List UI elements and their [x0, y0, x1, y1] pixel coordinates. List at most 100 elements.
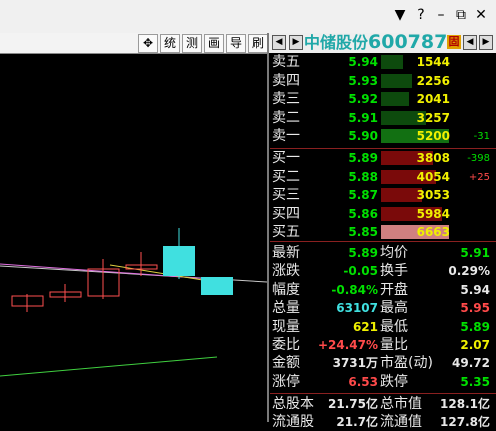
level-label: 买四 [272, 205, 300, 222]
stat-label: 开盘 [380, 281, 408, 298]
stat-label: 流通股 [272, 414, 314, 430]
move-crosshair-icon[interactable]: ✥ [138, 34, 158, 53]
level-price: 5.92 [348, 92, 378, 106]
stat-label: 最高 [380, 300, 408, 317]
stat-value: 5.89 [348, 246, 378, 260]
ask-row[interactable]: 卖二 5.91 3257 [270, 110, 496, 127]
level-label: 买二 [272, 168, 300, 185]
stat-value: 21.7亿 [336, 415, 378, 429]
ma-line-green [0, 356, 218, 377]
ask-row[interactable]: 卖三 5.92 2041 [270, 91, 496, 108]
candle [201, 277, 233, 295]
stock-badge[interactable]: 固 [447, 35, 461, 49]
candle [11, 294, 44, 312]
volume-bar [381, 55, 403, 69]
stats-divider [270, 241, 496, 242]
level-label: 买五 [272, 224, 300, 240]
toolbar-button-draw[interactable]: 画 [204, 34, 224, 53]
stat-label: 跌停 [380, 373, 408, 390]
volume-bar [381, 73, 412, 88]
level-price: 5.89 [348, 151, 378, 165]
stat-label: 幅度 [272, 281, 300, 298]
level-label: 卖三 [272, 91, 300, 107]
capital-divider [270, 393, 496, 394]
level-volume: 2256 [416, 73, 450, 88]
bid-row[interactable]: 买五 5.85 6663 [270, 224, 496, 241]
toolbar-button-measure[interactable]: 测 [182, 34, 202, 53]
stat-label: 总量 [272, 300, 300, 317]
kline-chart[interactable] [0, 54, 267, 422]
toolbar-button-refresh[interactable]: 刷 [248, 34, 268, 53]
level-label: 卖一 [272, 128, 300, 144]
bid-row[interactable]: 买三 5.87 3053 [270, 187, 496, 204]
bid-row[interactable]: 买一 5.89 3808 -398 [270, 150, 496, 167]
level-price: 5.85 [348, 225, 378, 239]
level-volume: 2041 [416, 92, 450, 106]
level-volume: 3257 [416, 110, 450, 125]
restore-icon[interactable]: ⧉ [453, 6, 469, 24]
toolbar-button-stats[interactable]: 统 [160, 34, 180, 53]
stat-label: 金额 [272, 355, 300, 372]
stat-label: 涨停 [272, 373, 300, 390]
stat-value: -0.05 [343, 264, 378, 279]
level-label: 买一 [272, 150, 300, 166]
stat-label: 涨跌 [272, 263, 300, 280]
level-price: 5.91 [348, 110, 378, 125]
level-price: 5.86 [348, 206, 378, 221]
stat-value: 5.95 [460, 301, 490, 316]
stat-value: 5.94 [460, 282, 490, 297]
prev-stock-icon[interactable]: ◀ [272, 35, 286, 50]
ask-row[interactable]: 卖四 5.93 2256 [270, 73, 496, 90]
stat-label: 总市值 [380, 396, 422, 412]
level-volume: 1544 [416, 55, 450, 69]
stat-value: 21.75亿 [328, 397, 378, 411]
next-stock-icon[interactable]: ▶ [289, 35, 303, 50]
level-change: +25 [468, 171, 490, 183]
level-price: 5.87 [348, 188, 378, 202]
stat-value: 5.91 [460, 246, 490, 260]
stock-name: 中储股份 [304, 33, 369, 52]
candle [49, 284, 82, 302]
collapse-right-icon[interactable]: ▶ [479, 35, 493, 50]
stat-label: 流通值 [380, 414, 422, 430]
minimize-icon[interactable]: – [433, 6, 449, 24]
stat-value: 5.35 [460, 374, 490, 389]
level-label: 卖二 [272, 109, 300, 126]
stat-label: 总股本 [272, 396, 314, 412]
level-volume: 6663 [416, 225, 450, 239]
level-price: 5.90 [348, 129, 378, 143]
candle [87, 259, 120, 299]
level-volume: 5200 [416, 129, 450, 143]
stat-label: 委比 [272, 337, 300, 353]
level-price: 5.88 [348, 169, 378, 184]
bid-row[interactable]: 买四 5.86 5984 [270, 206, 496, 223]
stat-value: 127.8亿 [440, 415, 490, 429]
stat-label: 均价 [380, 245, 408, 261]
stat-value: 63107 [336, 301, 378, 316]
close-icon[interactable]: ✕ [473, 6, 489, 24]
toolbar-button-export[interactable]: 导 [226, 34, 246, 53]
ask-row[interactable]: 卖五 5.94 1544 [270, 54, 496, 71]
stat-value: 621 [352, 319, 378, 334]
order-book-divider [270, 148, 496, 149]
level-volume: 3808 [416, 151, 450, 165]
stock-code: 600787 [368, 31, 448, 53]
stat-value: 2.07 [460, 338, 490, 352]
stat-label: 最低 [380, 318, 408, 335]
stat-value: 0.29% [448, 264, 490, 279]
stat-label: 最新 [272, 245, 300, 261]
level-volume: 5984 [416, 206, 450, 221]
candle [125, 252, 158, 276]
dropdown-menu-icon[interactable]: ▼ [392, 6, 408, 24]
stat-label: 市盈(动) [380, 355, 433, 372]
collapse-left-icon[interactable]: ◀ [463, 35, 477, 50]
level-price: 5.94 [348, 55, 378, 69]
candle [163, 228, 195, 279]
bid-row[interactable]: 买二 5.88 4054 +25 [270, 169, 496, 186]
stat-value: -0.84% [331, 282, 378, 297]
help-icon[interactable]: ? [413, 6, 429, 24]
level-change: -31 [473, 131, 490, 142]
ask-row[interactable]: 卖一 5.90 5200 -31 [270, 128, 496, 145]
level-volume: 4054 [416, 169, 450, 184]
stat-label: 现量 [272, 318, 300, 335]
